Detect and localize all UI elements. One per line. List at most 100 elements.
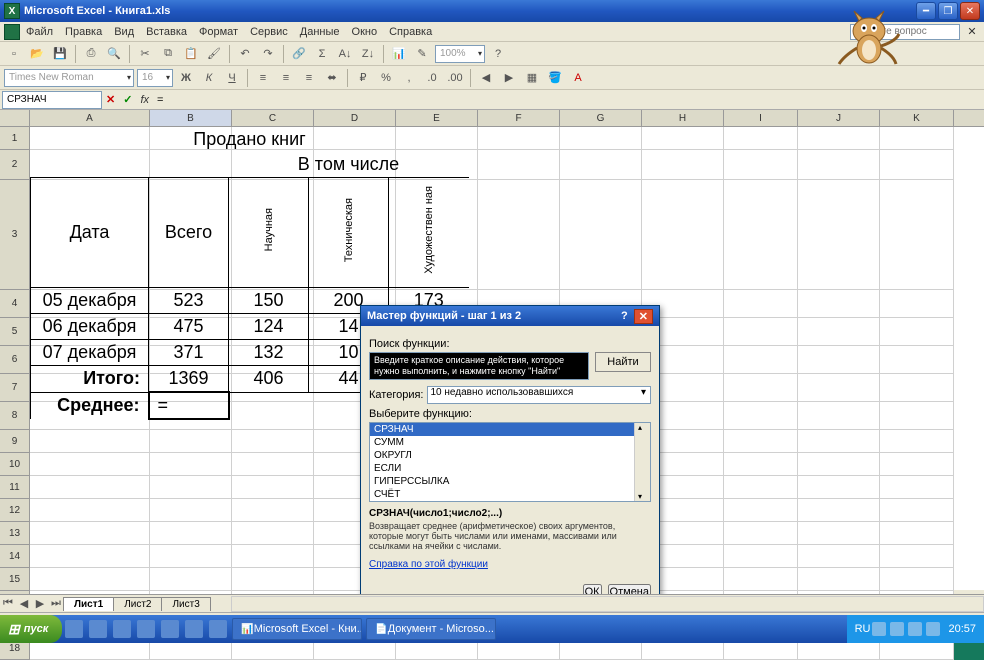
scrollbar[interactable] bbox=[634, 423, 650, 501]
menu-edit[interactable]: Правка bbox=[65, 26, 102, 38]
cell[interactable] bbox=[798, 346, 880, 374]
cell[interactable] bbox=[798, 127, 880, 150]
dec-decimal-icon[interactable]: .00 bbox=[445, 68, 465, 88]
cell[interactable] bbox=[30, 499, 150, 522]
cell[interactable] bbox=[880, 430, 954, 453]
cell[interactable] bbox=[724, 127, 798, 150]
cell[interactable] bbox=[724, 374, 798, 402]
cell[interactable] bbox=[232, 453, 314, 476]
minimize-button[interactable]: ━ bbox=[916, 2, 936, 20]
dialog-titlebar[interactable]: Мастер функций - шаг 1 из 2 ? ✕ bbox=[361, 306, 659, 326]
cut-icon[interactable]: ✂ bbox=[135, 44, 155, 64]
cell[interactable] bbox=[798, 568, 880, 591]
col-header[interactable]: A bbox=[30, 110, 150, 127]
quicklaunch-icon[interactable] bbox=[65, 620, 83, 638]
size-select[interactable]: 16 bbox=[137, 69, 173, 87]
row-header[interactable]: 3 bbox=[0, 180, 30, 290]
merge-icon[interactable]: ⬌ bbox=[322, 68, 342, 88]
formula-input[interactable] bbox=[153, 92, 982, 108]
horizontal-scrollbar[interactable] bbox=[231, 596, 984, 612]
sort-desc-icon[interactable]: Z↓ bbox=[358, 44, 378, 64]
underline-icon[interactable]: Ч bbox=[222, 68, 242, 88]
tab-nav-last-icon[interactable]: ⏭ bbox=[48, 596, 64, 612]
col-header[interactable]: H bbox=[642, 110, 724, 127]
cell[interactable] bbox=[798, 402, 880, 430]
cell[interactable] bbox=[724, 150, 798, 180]
tray-icon[interactable] bbox=[890, 622, 904, 636]
cell[interactable] bbox=[880, 499, 954, 522]
cell[interactable] bbox=[724, 180, 798, 290]
find-button[interactable]: Найти bbox=[595, 352, 651, 372]
row-header[interactable]: 5 bbox=[0, 318, 30, 346]
cell[interactable] bbox=[232, 430, 314, 453]
cell[interactable] bbox=[880, 453, 954, 476]
chart-icon[interactable]: 📊 bbox=[389, 44, 409, 64]
cell[interactable] bbox=[724, 568, 798, 591]
menu-data[interactable]: Данные bbox=[300, 26, 340, 38]
quicklaunch-icon[interactable] bbox=[137, 620, 155, 638]
bold-icon[interactable]: Ж bbox=[176, 68, 196, 88]
cell[interactable] bbox=[478, 127, 560, 150]
percent-icon[interactable]: % bbox=[376, 68, 396, 88]
sheet-tab[interactable]: Лист3 bbox=[161, 597, 210, 611]
cell[interactable] bbox=[150, 522, 232, 545]
cell[interactable] bbox=[880, 374, 954, 402]
row-header[interactable]: 10 bbox=[0, 453, 30, 476]
row-header[interactable]: 8 bbox=[0, 402, 30, 430]
cell[interactable] bbox=[642, 180, 724, 290]
sheet-tab[interactable]: Лист1 bbox=[63, 597, 114, 611]
inc-decimal-icon[interactable]: .0 bbox=[422, 68, 442, 88]
cell[interactable] bbox=[880, 402, 954, 430]
active-cell[interactable]: = bbox=[149, 392, 229, 419]
cell[interactable] bbox=[880, 522, 954, 545]
cell[interactable] bbox=[880, 568, 954, 591]
cell[interactable] bbox=[642, 150, 724, 180]
cell[interactable] bbox=[798, 499, 880, 522]
tray-icon[interactable] bbox=[872, 622, 886, 636]
select-all-corner[interactable] bbox=[0, 110, 30, 127]
cell[interactable] bbox=[232, 476, 314, 499]
menu-format[interactable]: Формат bbox=[199, 26, 238, 38]
cell[interactable] bbox=[150, 499, 232, 522]
comma-icon[interactable]: , bbox=[399, 68, 419, 88]
cell[interactable] bbox=[798, 453, 880, 476]
align-left-icon[interactable]: ≡ bbox=[253, 68, 273, 88]
col-header[interactable]: D bbox=[314, 110, 396, 127]
row-header[interactable]: 7 bbox=[0, 374, 30, 402]
cell[interactable] bbox=[642, 127, 724, 150]
cell[interactable] bbox=[478, 180, 560, 290]
cell[interactable] bbox=[30, 476, 150, 499]
cell[interactable] bbox=[724, 476, 798, 499]
cell[interactable] bbox=[798, 374, 880, 402]
undo-icon[interactable]: ↶ bbox=[235, 44, 255, 64]
maximize-button[interactable]: ❐ bbox=[938, 2, 958, 20]
align-right-icon[interactable]: ≡ bbox=[299, 68, 319, 88]
cell[interactable] bbox=[724, 402, 798, 430]
cell[interactable] bbox=[560, 180, 642, 290]
cell[interactable] bbox=[724, 290, 798, 318]
redo-icon[interactable]: ↷ bbox=[258, 44, 278, 64]
search-textarea[interactable]: Введите краткое описание действия, котор… bbox=[369, 352, 589, 380]
cell[interactable] bbox=[232, 522, 314, 545]
cell[interactable] bbox=[798, 430, 880, 453]
link-icon[interactable]: 🔗 bbox=[289, 44, 309, 64]
menu-insert[interactable]: Вставка bbox=[146, 26, 187, 38]
cell[interactable] bbox=[880, 346, 954, 374]
taskbar-task[interactable]: 📄 Документ - Microso... bbox=[366, 618, 496, 640]
cell[interactable] bbox=[150, 568, 232, 591]
menu-file[interactable]: Файл bbox=[26, 26, 53, 38]
cell[interactable] bbox=[232, 545, 314, 568]
tray-icon[interactable] bbox=[926, 622, 940, 636]
fx-icon[interactable]: fx bbox=[140, 94, 149, 106]
print-icon[interactable]: ⎙ bbox=[81, 44, 101, 64]
row-header[interactable]: 1 bbox=[0, 127, 30, 150]
cell[interactable] bbox=[880, 318, 954, 346]
cell[interactable] bbox=[724, 545, 798, 568]
cell[interactable] bbox=[150, 476, 232, 499]
cell[interactable] bbox=[880, 180, 954, 290]
inc-indent-icon[interactable]: ▶ bbox=[499, 68, 519, 88]
font-select[interactable]: Times New Roman bbox=[4, 69, 134, 87]
quicklaunch-icon[interactable] bbox=[209, 620, 227, 638]
cell[interactable] bbox=[478, 150, 560, 180]
paste-icon[interactable]: 📋 bbox=[181, 44, 201, 64]
